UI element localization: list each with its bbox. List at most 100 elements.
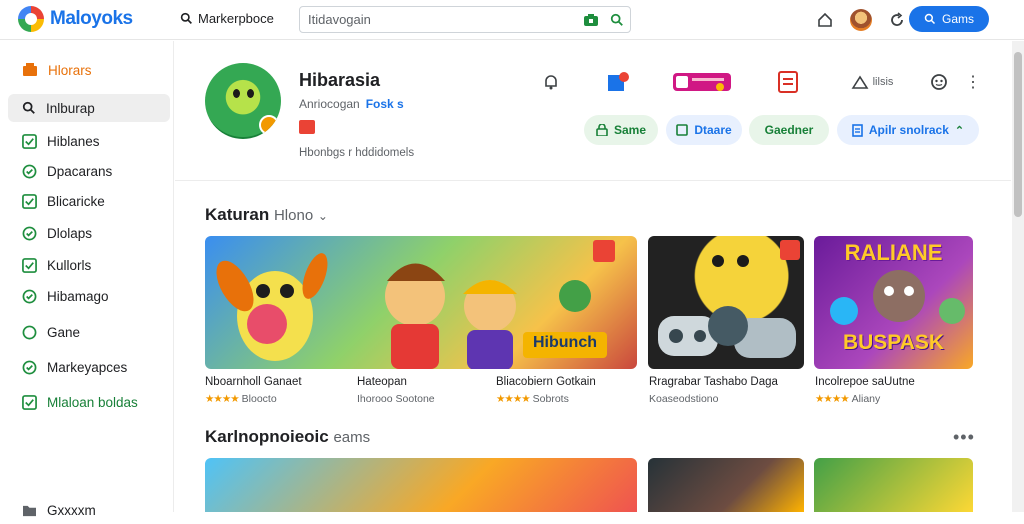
card-3-bottom-text: BUSPASK [842,331,945,354]
card-rating: ★★★★ Aliany [815,393,880,405]
sidebar-item-11[interactable]: Gxxxxm [8,496,170,524]
search-icon [22,101,35,114]
sidebar-item-label: Dlolaps [47,225,93,241]
apply-button-label: Apilr snolrack [868,123,949,137]
section-title-text: Katuran [205,205,270,224]
developer-link[interactable]: Fosk s [366,97,404,111]
sidebar-item-marketplaces[interactable]: Markeyapces [8,353,170,381]
sidebar-item-5[interactable]: Dlolaps [8,219,170,247]
refresh-icon[interactable] [884,7,910,33]
tool-label: lilsis [872,76,894,88]
card-sub: Aliany [851,393,881,405]
section-subtitle: Hlono [273,207,314,224]
developer-name: Anriocogan [299,97,360,111]
checkbox-icon [22,193,37,209]
promo-banner-icon[interactable] [672,70,732,94]
sidebar-item-6[interactable]: Kullorls [8,251,170,279]
games-button[interactable]: Gams [909,6,989,32]
sidebar-item-7[interactable]: Hibamago [8,282,170,310]
card-rating: ★★★★ Sobrots [496,393,569,405]
card-title[interactable]: Bliacobiern Gotkain [496,376,596,388]
card-title[interactable]: Hateopan [357,376,407,388]
app-logo[interactable]: Maloyoks [18,6,133,32]
apply-button[interactable]: Apilr snolrack ⌃ [837,115,979,145]
game-card-3[interactable]: RALIANE BUSPASK [814,236,973,369]
notification-icon[interactable] [540,70,562,94]
gamepad-icon[interactable] [578,7,604,32]
sidebar-item-search[interactable]: Inlburap [8,94,170,122]
bag-icon [676,124,689,136]
store-button[interactable]: Dtaare [666,115,742,145]
section-title-featured[interactable]: Katuran Hlono ⌄ [205,205,328,225]
folder-icon [23,505,36,516]
top-bar: Maloyoks Markerpboce Gams [0,0,1024,40]
card-sub: Sobrots [532,393,569,405]
chevron-up-icon: ⌃ [954,124,965,137]
header-divider [175,180,1011,181]
top-icons [812,7,910,33]
checkbox-icon [22,133,37,149]
game-card-row2-1[interactable] [205,458,637,512]
sidebar-item-10[interactable]: Mlaloan boldas [8,388,170,416]
same-button[interactable]: Same [584,115,658,145]
search-input[interactable] [300,12,578,27]
games-button-label: Gams [941,12,974,26]
more-vert-icon[interactable]: ⋮ [965,70,981,94]
sidebar-item-label: Blicaricke [47,193,105,209]
sidebar-item-3[interactable]: Dpacarans [8,157,170,185]
sidebar-item-label: Kullorls [47,257,92,273]
stats-tool[interactable]: lilsis [845,70,899,94]
sidebar-item-label: Markeyapces [47,359,128,375]
gamepad-art-image [658,240,800,358]
app-icon [205,63,281,139]
sidebar-item-label: Gxxxxm [47,502,96,518]
game-card-2[interactable] [648,236,804,369]
card-title[interactable]: Incolrepoe saUutne [815,376,915,388]
sidebar-item-game[interactable]: Gane [8,318,170,346]
sidebar-item-2[interactable]: Hiblanes [8,127,170,155]
sidebar-item-label: Hibamago [47,288,109,304]
sidebar-item-label: Hlorars [48,62,92,78]
document-icon [852,123,863,137]
featured-banner-card[interactable]: Hibunch [205,236,637,369]
search-submit-icon[interactable] [604,7,630,32]
sidebar-item-label: Inlburap [46,100,95,116]
marketplace-label: Markerpboce [198,11,274,26]
logo-icon [18,6,44,32]
card-title[interactable]: Rragrabar Tashabo Daga [649,376,778,388]
search-icon [924,13,936,25]
settings-icon[interactable] [928,70,950,94]
card-3-top-text: RALIANE [844,240,943,265]
avatar-image [850,9,872,31]
section-title-second[interactable]: Karlnopnoieoic eams [205,427,370,447]
check-circle-icon [22,360,37,374]
card-title[interactable]: Nboarnholl Ganaet [205,376,302,388]
game-card-row2-3[interactable] [814,458,973,512]
home-icon[interactable] [812,7,838,33]
app-badge-icon [259,115,279,135]
rating-badge-icon [299,120,315,134]
store-button-label: Dtaare [694,123,732,137]
checkbox-icon [22,394,37,410]
check-circle-icon [22,289,37,303]
avatar[interactable] [848,7,874,33]
sidebar: Hlorars Inlburap Hiblanes Dpacarans Blic… [0,41,174,518]
sidebar-item-label: Dpacarans [47,163,113,179]
game-card-row2-2[interactable] [648,458,804,512]
sidebar-item-stores[interactable]: Hlorars [8,56,170,84]
list-icon[interactable] [776,70,800,94]
sidebar-item-4[interactable]: Blicaricke [8,187,170,215]
search-box[interactable] [299,6,631,33]
more-horiz-icon[interactable]: ••• [953,427,975,448]
logo-text: Maloyoks [50,8,133,29]
scrollbar-thumb[interactable] [1014,52,1022,217]
marketplace-link[interactable]: Markerpboce [180,11,274,26]
gaedner-button[interactable]: Gaedner [749,115,829,145]
document-icon[interactable] [605,70,631,94]
check-circle-icon [22,164,37,178]
lock-icon [596,124,608,136]
circle-icon [22,325,37,339]
rating-stars-icon: ★★★★ [815,393,850,405]
card-rating: ★★★★ Bloocto [205,393,277,405]
section-title-text: Karlnopnoieoic [205,427,329,446]
